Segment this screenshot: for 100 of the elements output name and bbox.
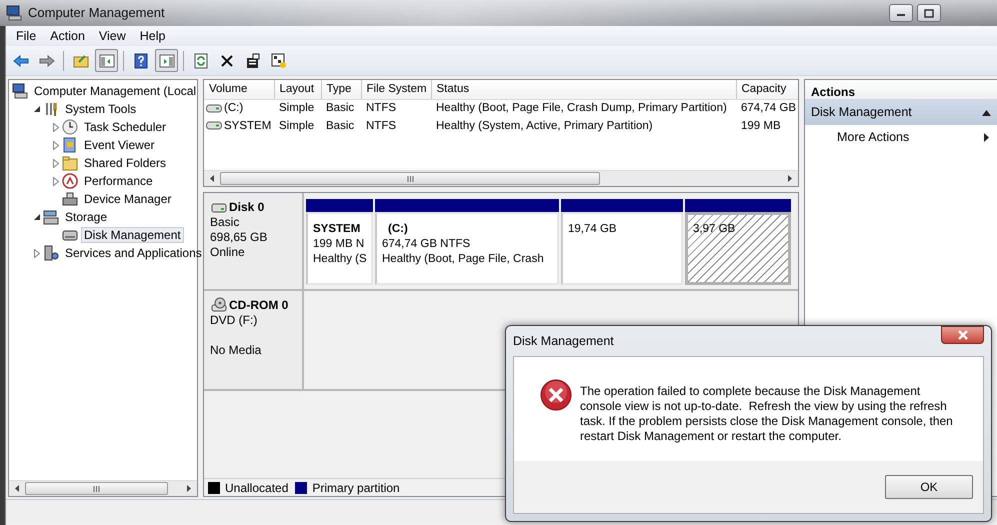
tree-item[interactable]: Performance: [81, 173, 156, 189]
partition-info: Healthy (Boot, Page File, Crash: [382, 252, 545, 267]
grip-icon: [406, 176, 414, 182]
scroll-left-icon[interactable]: [210, 175, 214, 182]
partition-block[interactable]: (C:) 674,74 GB NTFS Healthy (Boot, Page File, Crash: [375, 212, 559, 285]
partition-info: Healthy (S: [313, 252, 368, 267]
column-header[interactable]: Type: [321, 80, 361, 100]
actions-header: Actions: [805, 80, 997, 100]
disk-type: Basic: [210, 215, 240, 230]
submenu-arrow-icon: [984, 133, 989, 142]
clock-icon: [62, 119, 78, 135]
menu-item[interactable]: Action: [43, 26, 92, 46]
collapse-arrow-icon[interactable]: [34, 106, 40, 112]
tree-item[interactable]: Storage: [62, 209, 110, 225]
tree-item[interactable]: Task Scheduler: [81, 119, 170, 135]
help-icon: [132, 52, 148, 68]
table-cell: Basic: [326, 102, 354, 114]
disk-name: Disk 0: [229, 200, 264, 214]
ok-button[interactable]: OK: [885, 475, 973, 499]
table-cell: Basic: [326, 120, 354, 132]
partition-block[interactable]: 3,97 GB: [685, 212, 791, 285]
error-message: The operation failed to complete because the Disk Management console view is not up-to-date. Refresh the view by using the refresh task. If the problem persists close the Disk Management console, then restart Disk Management or restart the computer.: [580, 384, 954, 445]
scroll-left-icon[interactable]: [15, 485, 19, 492]
disk-status: No Media: [210, 343, 262, 358]
table-cell: 199 MB: [741, 120, 781, 132]
close-icon: [956, 330, 968, 340]
actions-section-header[interactable]: Disk Management: [805, 100, 997, 125]
horizontal-scrollbar[interactable]: [9, 480, 197, 496]
collapse-arrow-icon[interactable]: [34, 214, 40, 220]
cd-drive-icon: [210, 297, 228, 313]
back-icon: [12, 52, 28, 68]
folder-icon: [72, 52, 88, 68]
dialog-title: Disk Management: [513, 332, 614, 350]
table-cell: Simple: [279, 102, 314, 114]
computer-icon: [6, 5, 22, 21]
table-cell: (C:): [224, 102, 244, 114]
table-cell: NTFS: [366, 102, 396, 114]
properties-icon: [244, 52, 260, 68]
log-icon: [62, 137, 78, 153]
horizontal-scrollbar[interactable]: [204, 170, 798, 186]
column-header[interactable]: Volume: [204, 80, 274, 100]
partition-info: 199 MB N: [313, 237, 366, 252]
computer-icon: [12, 83, 28, 99]
expand-arrow-icon[interactable]: [53, 122, 59, 132]
menu-item[interactable]: File: [9, 26, 44, 46]
expand-arrow-icon[interactable]: [53, 176, 59, 186]
tree-item[interactable]: Shared Folders: [81, 155, 170, 171]
disk-status: Online: [210, 245, 246, 260]
storage-icon: [43, 209, 59, 225]
forward-icon: [38, 52, 54, 68]
drive-icon: [206, 104, 222, 113]
table-cell: 674,74 GB: [741, 102, 796, 114]
disk-type: DVD (F:): [210, 313, 258, 328]
partition-info: 674,74 GB NTFS: [382, 237, 472, 252]
pane-icon: [158, 52, 174, 68]
tree-item[interactable]: Computer Management (Local: [31, 83, 200, 99]
tools-icon: [43, 101, 59, 117]
scroll-right-icon[interactable]: [788, 175, 792, 182]
delete-icon: [218, 52, 234, 68]
gauge-icon: [62, 173, 78, 189]
expand-arrow-icon[interactable]: [53, 140, 59, 150]
column-header[interactable]: Capacity: [736, 80, 798, 100]
partition-name: SYSTEM: [313, 222, 362, 237]
action-item[interactable]: More Actions: [805, 125, 997, 150]
menu-item[interactable]: View: [92, 26, 133, 46]
menu-item[interactable]: Help: [132, 26, 172, 46]
partition-block[interactable]: SYSTEM 199 MB N Healthy (S: [306, 212, 373, 285]
settings-icon: [270, 52, 286, 68]
partition-info: 3,97 GB: [693, 222, 736, 237]
legend-label: Primary partition: [312, 480, 400, 496]
table-cell: SYSTEM: [224, 120, 272, 132]
partition-bar: [306, 199, 373, 212]
maximize-button[interactable]: [917, 4, 941, 22]
expand-arrow-icon[interactable]: [53, 158, 59, 168]
table-cell: Healthy (Boot, Page File, Crash Dump, Primary Partition): [436, 102, 727, 114]
minimize-button[interactable]: [889, 4, 913, 22]
table-cell: NTFS: [366, 120, 396, 132]
tree-item[interactable]: Services and Applications: [62, 245, 205, 261]
table-cell: Healthy (System, Active, Primary Partition): [436, 120, 653, 132]
maximize-icon: [924, 8, 934, 18]
column-header[interactable]: File System: [361, 80, 431, 100]
services-icon: [43, 245, 59, 261]
partition-name: (C:): [387, 222, 409, 237]
partition-info: 19,74 GB: [568, 222, 618, 237]
close-button[interactable]: [941, 326, 984, 344]
tree-item[interactable]: System Tools: [62, 101, 140, 117]
tree-item[interactable]: Device Manager: [81, 191, 174, 207]
grip-icon: [93, 486, 100, 492]
error-icon: [540, 379, 572, 411]
expand-arrow-icon[interactable]: [34, 248, 40, 258]
scroll-right-icon[interactable]: [187, 485, 191, 492]
tree-item[interactable]: Disk Management: [81, 227, 184, 243]
tree-item[interactable]: Event Viewer: [81, 137, 158, 153]
device-icon: [62, 191, 78, 207]
partition-block[interactable]: 19,74 GB: [561, 212, 683, 285]
collapse-arrow-icon[interactable]: [982, 110, 991, 116]
column-header[interactable]: Status: [431, 80, 736, 100]
disk-name: CD-ROM 0: [229, 298, 288, 312]
column-header[interactable]: Layout: [274, 80, 321, 100]
window-title: Computer Management: [28, 4, 165, 22]
